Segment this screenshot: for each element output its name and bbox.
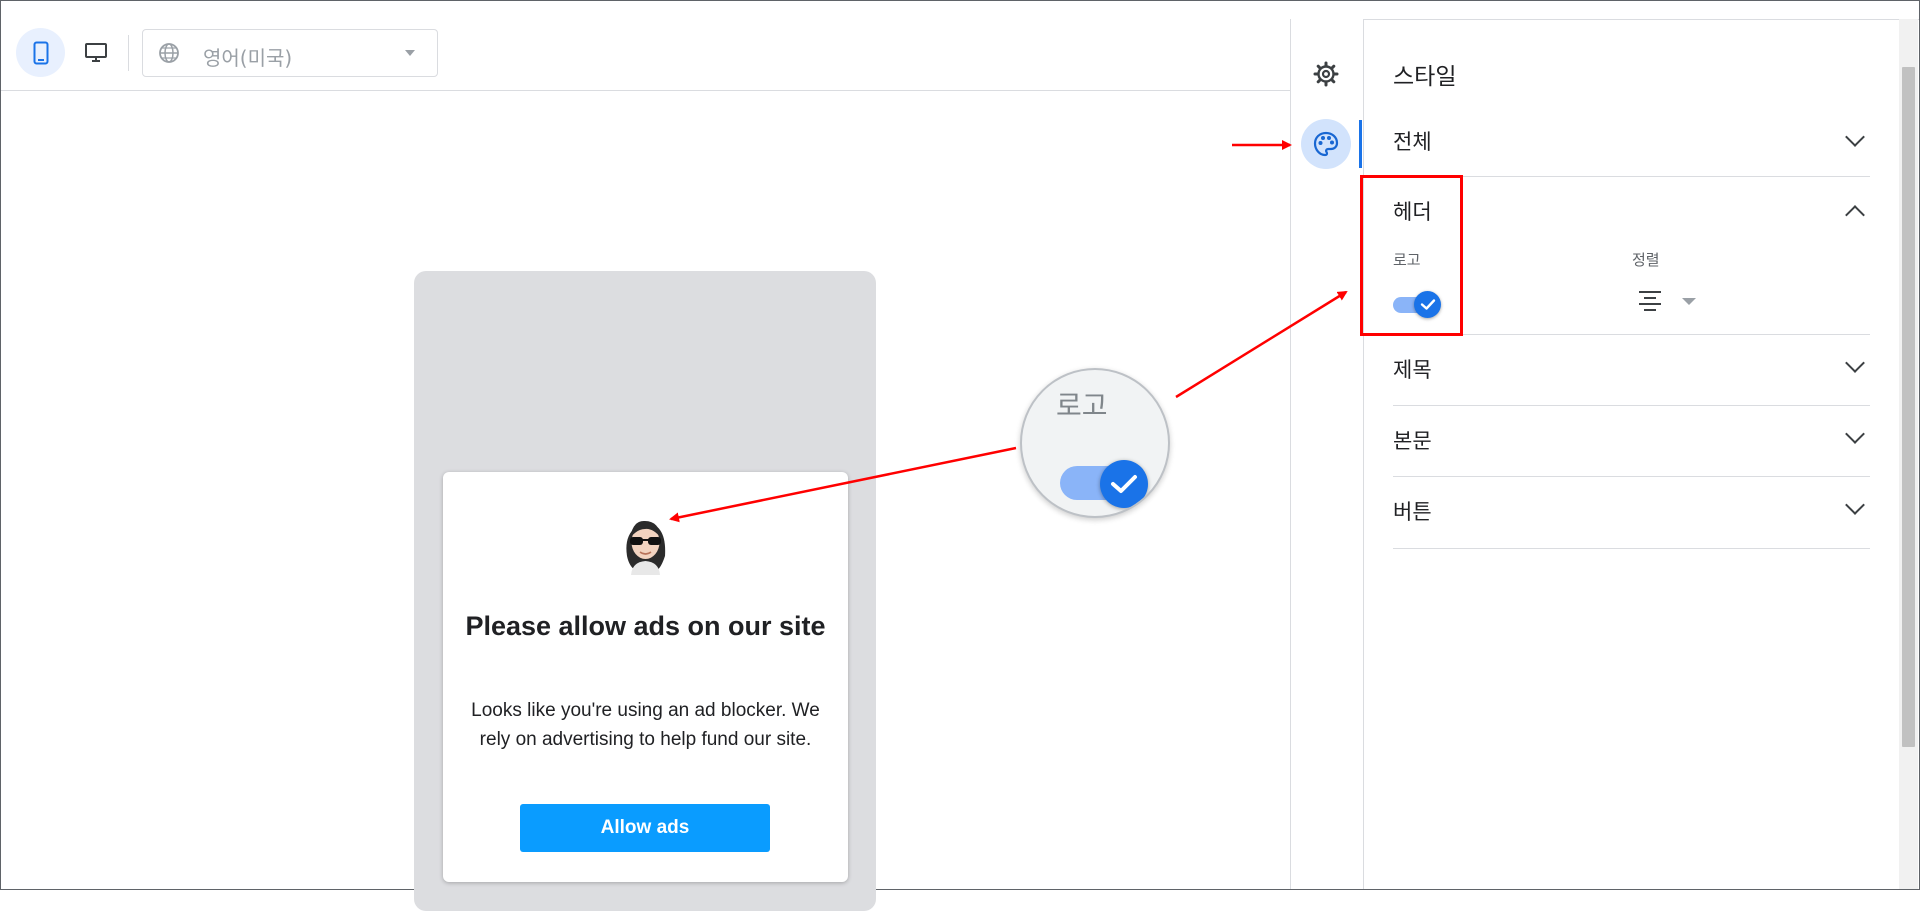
- section-button[interactable]: 버튼: [1393, 476, 1870, 549]
- window-top-strip: [1, 1, 1919, 20]
- section-button-label: 버튼: [1393, 500, 1432, 524]
- chevron-down-icon[interactable]: [1845, 127, 1865, 147]
- language-value: 영어(미국): [203, 46, 293, 70]
- language-select[interactable]: 영어(미국): [142, 29, 438, 77]
- panel-scrollbar[interactable]: [1899, 19, 1918, 889]
- chevron-down-icon: [405, 50, 415, 56]
- settings-rail-button[interactable]: [1301, 49, 1351, 99]
- section-title[interactable]: 제목: [1393, 334, 1870, 406]
- side-rail: [1290, 19, 1364, 889]
- chevron-up-icon[interactable]: [1845, 205, 1865, 225]
- section-overall[interactable]: 전체: [1393, 118, 1870, 177]
- section-overall-label: 전체: [1393, 130, 1432, 154]
- checkmark-icon: [1111, 475, 1137, 493]
- section-body[interactable]: 본문: [1393, 405, 1870, 477]
- active-rail-indicator: [1359, 120, 1362, 168]
- preview-toolbar: 영어(미국): [1, 19, 1290, 91]
- desktop-preview-button[interactable]: [71, 28, 120, 77]
- section-body-label: 본문: [1393, 429, 1432, 453]
- monitor-icon: [84, 42, 107, 62]
- section-title-label: 제목: [1393, 358, 1432, 382]
- chevron-down-icon[interactable]: [1845, 495, 1865, 515]
- chevron-down-icon[interactable]: [1845, 424, 1865, 444]
- logo-toggle-magnifier: 로고: [1020, 368, 1170, 518]
- scrollbar-thumb[interactable]: [1902, 67, 1915, 747]
- magnifier-toggle-knob: [1100, 460, 1148, 508]
- toolbar-divider: [128, 35, 129, 71]
- dialog-body: Looks like you're using an ad blocker. W…: [471, 700, 820, 750]
- panel-title: 스타일: [1393, 64, 1457, 90]
- dialog-title: Please allow ads on our site: [465, 611, 826, 641]
- center-align-icon[interactable]: [1638, 289, 1662, 317]
- annotation-highlight-box: [1360, 175, 1463, 336]
- style-rail-button[interactable]: [1301, 119, 1351, 169]
- palette-icon: [1313, 131, 1339, 157]
- magnifier-label: 로고: [1056, 389, 1108, 422]
- globe-icon: [158, 42, 180, 68]
- phone-icon: [33, 41, 48, 64]
- allow-ads-button[interactable]: Allow ads: [520, 804, 770, 852]
- style-panel: 스타일 전체 헤더 로고 정렬 제목 본문 버튼: [1393, 19, 1870, 889]
- gear-icon: [1313, 61, 1339, 87]
- mobile-preview-button[interactable]: [16, 28, 65, 77]
- ad-allow-dialog: Please allow ads on our site Looks like …: [443, 472, 848, 882]
- chevron-down-icon[interactable]: [1845, 353, 1865, 373]
- alignment-field-label: 정렬: [1632, 251, 1660, 269]
- logo-avatar-icon: [617, 512, 674, 575]
- alignment-dropdown-caret[interactable]: [1682, 298, 1696, 305]
